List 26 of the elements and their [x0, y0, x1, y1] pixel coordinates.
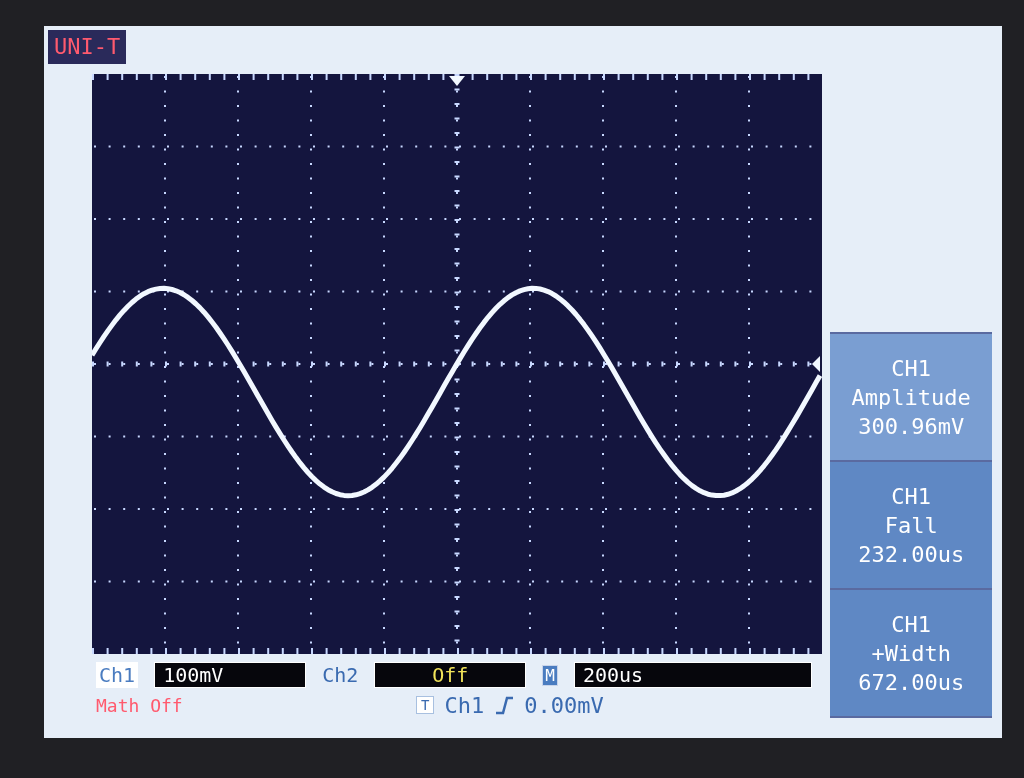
measurement-panel[interactable]: CH1 +Width 672.00us [830, 590, 992, 718]
measurement-panel[interactable]: CH1 Amplitude 300.96mV [830, 334, 992, 462]
measurement-channel: CH1 [891, 483, 932, 509]
channel-label[interactable]: Ch1 [96, 662, 139, 688]
rising-edge-icon [494, 695, 515, 715]
measurement-name: Amplitude [851, 384, 971, 410]
measurement-value: 672.00us [858, 669, 965, 695]
measurement-name: +Width [871, 640, 951, 666]
timebase-value: 200us [573, 662, 812, 688]
trigger-source: Ch1 [444, 692, 485, 718]
trigger-label: T [416, 696, 435, 714]
brand-label: UNI-T [48, 30, 127, 64]
trigger-position-marker [449, 76, 465, 86]
trigger-level: 0.00mV [524, 692, 604, 718]
measurement-value: 232.00us [858, 541, 965, 567]
measurement-channel: CH1 [891, 611, 932, 637]
measurement-channel: CH1 [891, 355, 932, 381]
trigger-level-marker [812, 356, 820, 372]
math-status: Math Off [96, 694, 184, 716]
measurement-name: Fall [884, 512, 938, 538]
measurement-panel[interactable]: CH1 Fall 232.00us [830, 462, 992, 590]
measurement-value: 300.96mV [858, 413, 965, 439]
channel-scale: 100mV [154, 662, 307, 688]
channel-label[interactable]: Ch2 [322, 663, 359, 687]
channel-scale: Off [374, 662, 527, 688]
timebase-label: M [542, 664, 558, 686]
